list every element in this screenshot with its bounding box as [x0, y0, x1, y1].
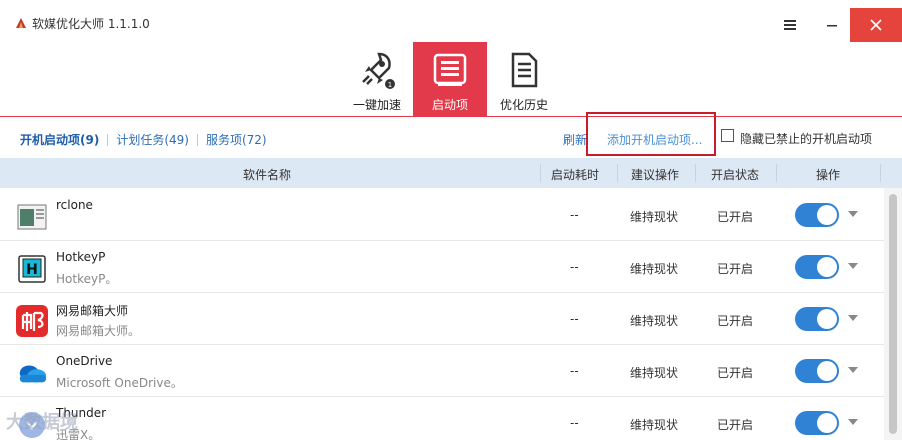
column-advice: 建议操作	[631, 168, 680, 182]
table-row[interactable]: rclone -- 维持现状 已开启	[0, 189, 884, 241]
column-startup-time: 启动耗时	[551, 168, 600, 182]
svg-text:1: 1	[388, 81, 392, 89]
column-state: 开启状态	[711, 168, 760, 182]
column-divider	[880, 164, 881, 182]
startup-time: --	[570, 208, 579, 222]
enable-toggle[interactable]	[795, 203, 839, 227]
startup-time: --	[570, 364, 579, 378]
tab-services[interactable]: 服务项(72)	[198, 133, 275, 147]
nav-startup-items[interactable]: 启动项	[413, 42, 487, 116]
startup-list-icon	[430, 50, 470, 90]
table-header: 软件名称 启动耗时 建议操作 开启状态 操作	[0, 158, 902, 188]
chevron-down-icon[interactable]	[848, 211, 858, 217]
minimize-button[interactable]	[808, 8, 856, 42]
advice: 维持现状	[630, 366, 679, 380]
watermark-text: 大数据境	[6, 412, 78, 433]
table-row[interactable]: 网易邮箱大师 网易邮箱大师。 -- 维持现状 已开启	[0, 293, 884, 345]
column-software-name: 软件名称	[243, 168, 292, 182]
chevron-down-icon[interactable]	[848, 419, 858, 425]
startup-time: --	[570, 260, 579, 274]
nav-label: 优化历史	[499, 98, 548, 112]
advice: 维持现状	[630, 418, 679, 432]
app-logo-icon	[16, 18, 26, 28]
advice: 维持现状	[630, 314, 679, 328]
enable-toggle[interactable]	[795, 307, 839, 331]
hide-disabled-checkbox[interactable]	[721, 129, 734, 142]
software-name: rclone	[56, 198, 93, 212]
column-divider	[695, 164, 696, 182]
svg-text:H: H	[26, 262, 38, 278]
menu-button[interactable]	[766, 8, 814, 42]
table-row[interactable]: Thunder 迅雷X。 -- 维持现状 已开启	[0, 397, 884, 440]
nav-label: 一键加速	[352, 98, 401, 112]
column-divider	[540, 164, 541, 182]
software-name: HotkeyP	[56, 250, 106, 264]
close-button[interactable]	[850, 8, 902, 42]
scrollbar-thumb[interactable]	[889, 194, 897, 434]
software-desc: 网易邮箱大师。	[56, 324, 141, 338]
startup-time: --	[570, 312, 579, 326]
startup-subtabs: 开机启动项(9) 计划任务(49) 服务项(72)	[20, 132, 275, 148]
chevron-down-icon[interactable]	[848, 263, 858, 269]
chevron-down-icon[interactable]	[848, 315, 858, 321]
enable-toggle[interactable]	[795, 411, 839, 435]
state: 已开启	[717, 418, 754, 432]
hamburger-icon	[784, 20, 796, 30]
close-icon	[870, 19, 882, 31]
software-name: 网易邮箱大师	[56, 304, 129, 318]
rclone-app-icon	[16, 201, 48, 233]
enable-toggle[interactable]	[795, 359, 839, 383]
advice: 维持现状	[630, 210, 679, 224]
nav-label: 启动项	[431, 98, 468, 112]
nav-one-click-accelerate[interactable]: 1 一键加速	[340, 42, 414, 116]
hide-disabled-label: 隐藏已禁止的开机启动项	[740, 132, 873, 146]
nav-optimize-history[interactable]: 优化历史	[487, 42, 561, 116]
software-desc: Microsoft OneDrive。	[56, 376, 183, 390]
onedrive-cloud-icon	[16, 357, 48, 389]
add-startup-item-link[interactable]: 添加开机启动项...	[607, 131, 702, 148]
table-row[interactable]: H HotkeyP HotkeyP。 -- 维持现状 已开启	[0, 241, 884, 293]
title-bar: 软媒优化大师 1.1.1.0	[0, 0, 902, 44]
tab-scheduled-tasks[interactable]: 计划任务(49)	[108, 133, 197, 147]
table-row[interactable]: OneDrive Microsoft OneDrive。 -- 维持现状 已开启	[0, 345, 884, 397]
state: 已开启	[717, 262, 754, 276]
rocket-icon: 1	[357, 50, 397, 90]
document-icon	[504, 50, 544, 90]
chevron-down-icon[interactable]	[848, 367, 858, 373]
state: 已开启	[717, 314, 754, 328]
software-name: OneDrive	[56, 354, 113, 368]
state: 已开启	[717, 366, 754, 380]
nav-divider	[0, 116, 902, 117]
minimize-icon	[827, 25, 837, 27]
tab-startup-items[interactable]: 开机启动项(9)	[20, 133, 107, 147]
column-divider	[776, 164, 777, 182]
enable-toggle[interactable]	[795, 255, 839, 279]
column-action: 操作	[816, 168, 841, 182]
app-title: 软媒优化大师 1.1.1.0	[32, 17, 150, 31]
software-desc: HotkeyP。	[56, 272, 118, 286]
startup-time: --	[570, 416, 579, 430]
hotkeyp-app-icon: H	[16, 253, 48, 285]
column-divider	[617, 164, 618, 182]
state: 已开启	[717, 210, 754, 224]
refresh-link[interactable]: 刷新	[563, 131, 587, 148]
netease-mail-icon	[16, 305, 48, 337]
advice: 维持现状	[630, 262, 679, 276]
